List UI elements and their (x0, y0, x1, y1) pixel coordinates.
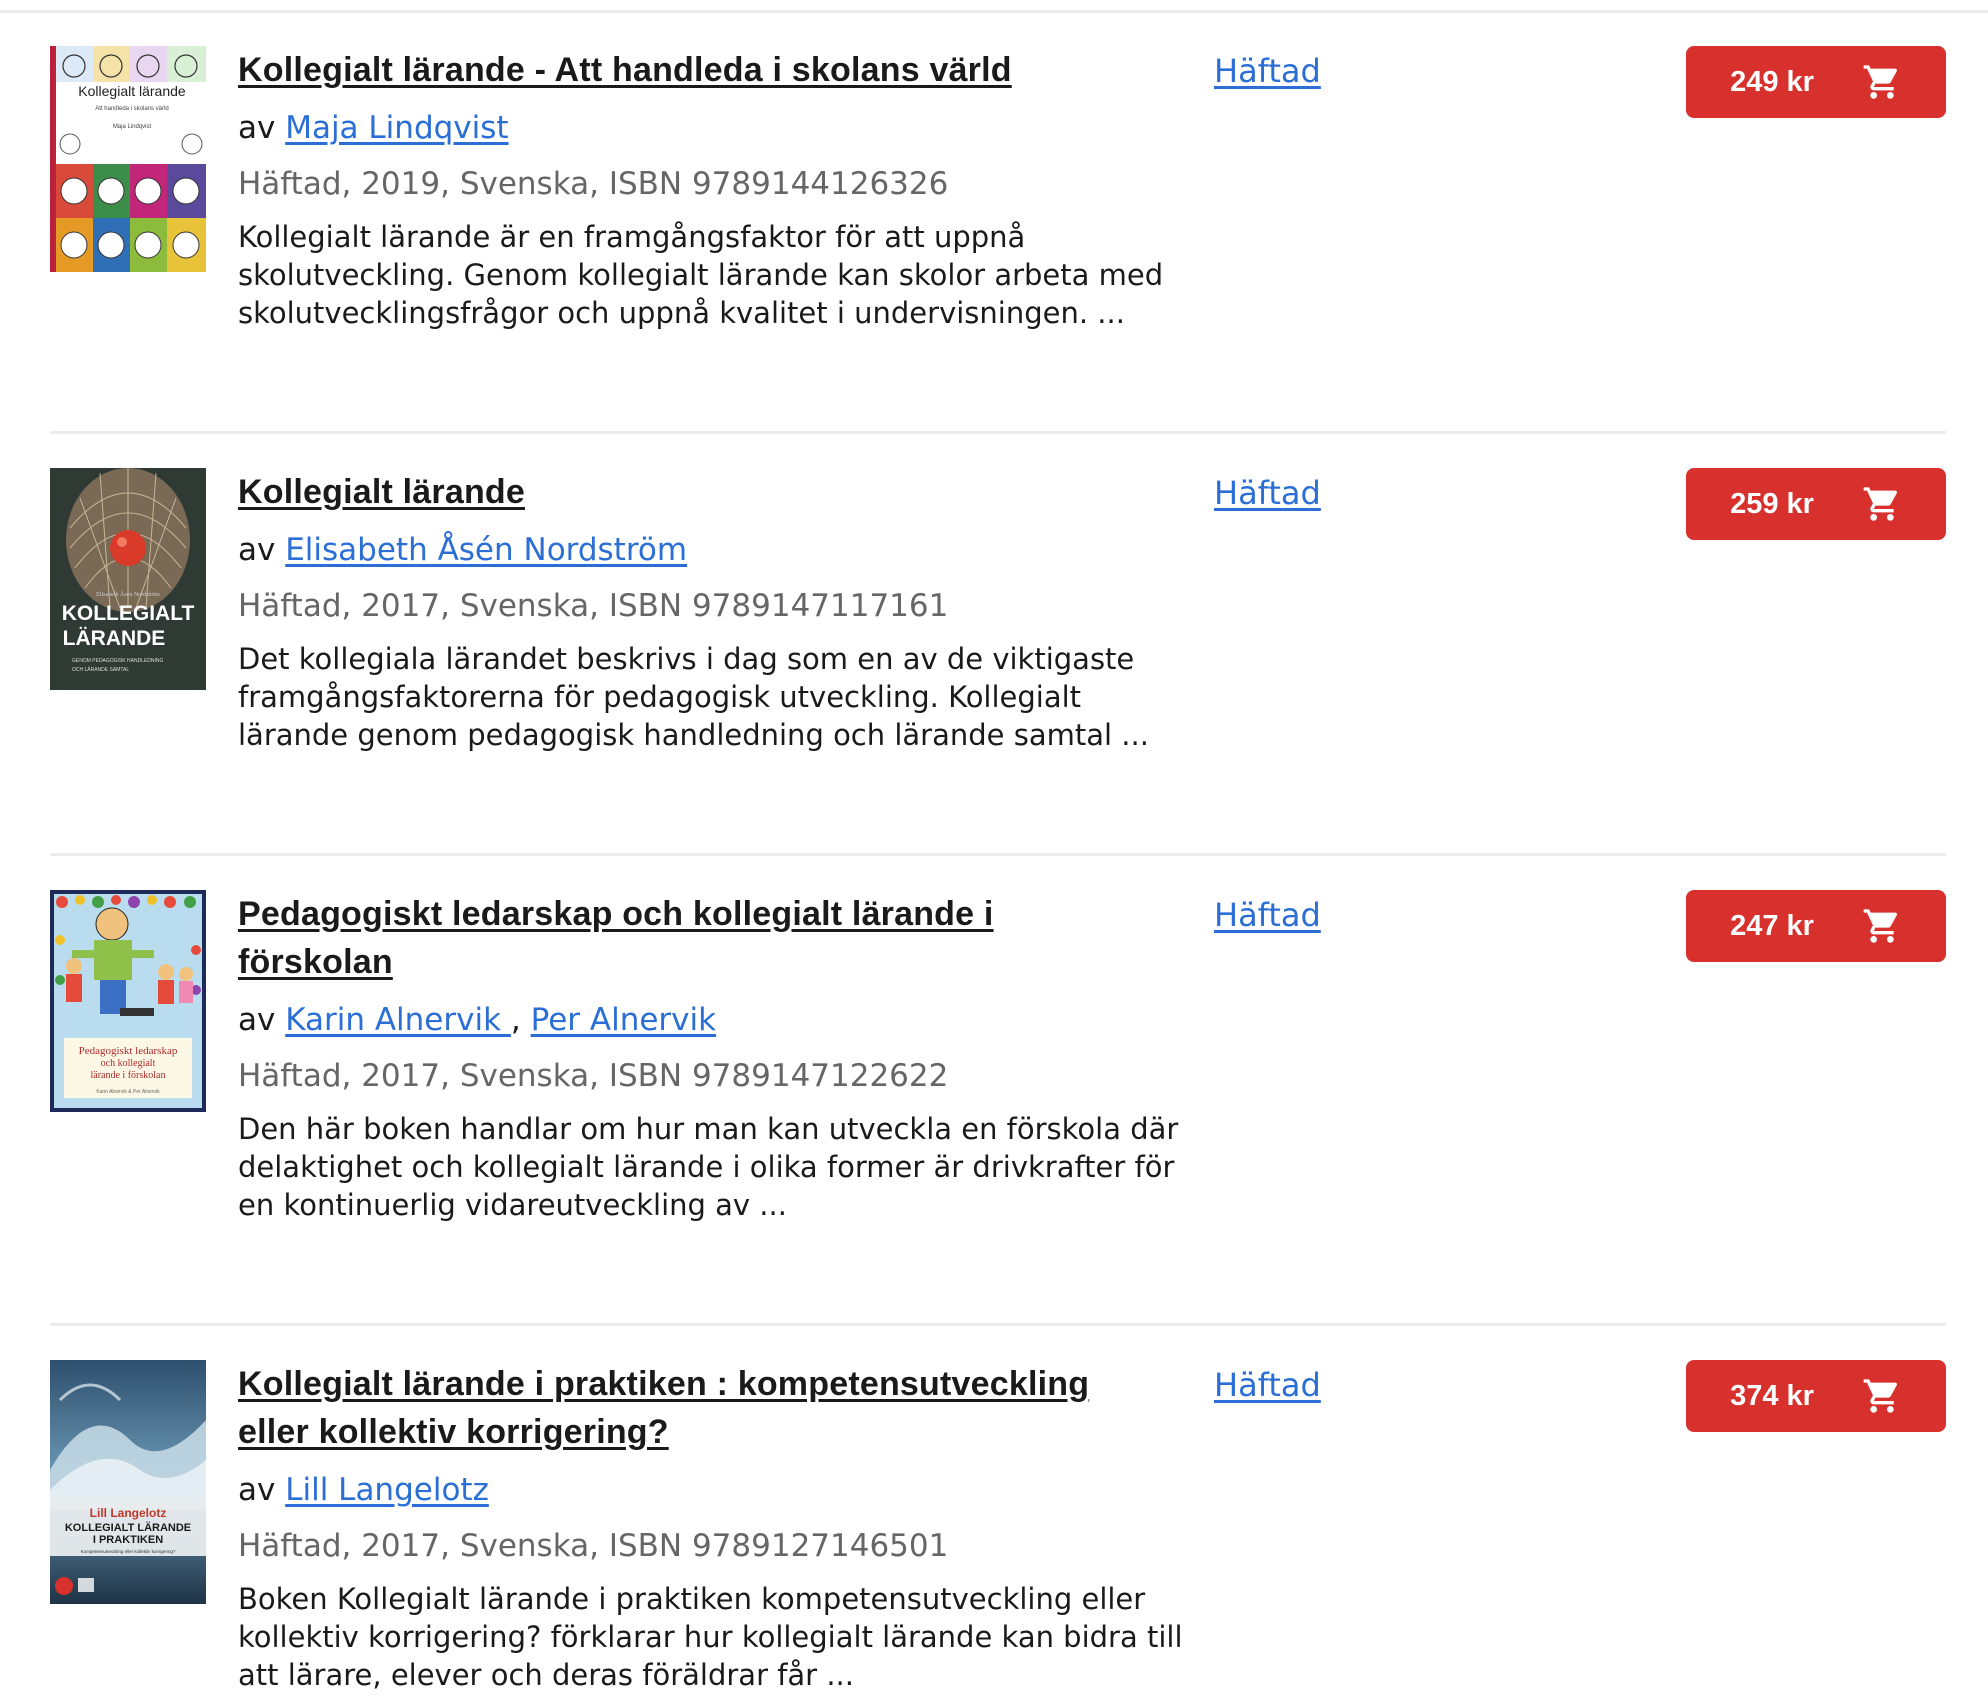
cover-title-line2: I PRAKTIKEN (93, 1534, 163, 1546)
author-line: av Lill Langelotz (238, 1468, 1198, 1512)
by-label: av (238, 1472, 276, 1508)
cover-subtitle: Att handleda i skolans värld (95, 106, 168, 112)
product-info: Kollegialt lärande - Att handleda i skol… (238, 46, 1198, 332)
cover-subtitle-line2: OCH LÄRANDE SAMTAL (72, 666, 129, 673)
product-meta: Häftad, 2017, Svenska, ISBN 978914712262… (238, 1058, 949, 1094)
add-to-cart-button[interactable]: 249 kr (1686, 46, 1946, 118)
format-link[interactable]: Häftad (1214, 474, 1321, 512)
price-label: 249 kr (1730, 65, 1814, 98)
product-meta: Häftad, 2017, Svenska, ISBN 978912714650… (238, 1528, 949, 1564)
cover-line3: lärande i förskolan (91, 1070, 166, 1081)
format-link[interactable]: Häftad (1214, 52, 1321, 90)
product-info: Pedagogiskt ledarskap och kollegialt lär… (238, 890, 1198, 1224)
cover-title-line1: KOLLEGIALT (62, 602, 195, 625)
cover-author: Lill Langelotz (90, 1506, 167, 1520)
shopping-cart-icon (1863, 1379, 1897, 1413)
format-link[interactable]: Häftad (1214, 1366, 1321, 1404)
product-info: Kollegialt lärande av Elisabeth Åsén Nor… (238, 468, 1198, 754)
shopping-cart-icon (1863, 909, 1897, 943)
book-cover[interactable]: Kollegialt lärande Att handleda i skolan… (50, 46, 206, 272)
product-description: Boken Kollegialt lärande i praktiken kom… (238, 1582, 1183, 1692)
author-line: av Elisabeth Åsén Nordström (238, 528, 1198, 572)
cover-line2: och kollegialt (101, 1058, 156, 1069)
product-description: Kollegialt lärande är en framgångsfaktor… (238, 220, 1164, 330)
product-card: Lill Langelotz KOLLEGIALT LÄRANDE I PRAK… (50, 1326, 1946, 1706)
author-link[interactable]: Lill Langelotz (285, 1472, 489, 1508)
add-to-cart-button[interactable]: 247 kr (1686, 890, 1946, 962)
shopping-cart-icon (1863, 65, 1897, 99)
add-to-cart-button[interactable]: 259 kr (1686, 468, 1946, 540)
add-to-cart-button[interactable]: 374 kr (1686, 1360, 1946, 1432)
cover-line1: Pedagogiskt ledarskap (79, 1045, 178, 1057)
product-card: Kollegialt lärande Att handleda i skolan… (50, 12, 1946, 434)
product-card: Pedagogiskt ledarskap och kollegialt lär… (50, 856, 1946, 1326)
product-meta: Häftad, 2019, Svenska, ISBN 978914412632… (238, 166, 949, 202)
author-link[interactable]: Karin Alnervik (285, 1002, 511, 1038)
author-separator: , (510, 1002, 521, 1038)
author-link[interactable]: Elisabeth Åsén Nordström (285, 532, 687, 568)
author-link[interactable]: Maja Lindqvist (285, 110, 508, 146)
author-link[interactable]: Per Alnervik (531, 1002, 716, 1038)
author-line: av Karin Alnervik , Per Alnervik (238, 998, 1198, 1042)
cover-subtitle: Kompetensutveckling eller kollektiv korr… (81, 1549, 176, 1554)
cover-title-line1: KOLLEGIALT LÄRANDE (65, 1521, 191, 1534)
product-description: Den här boken handlar om hur man kan utv… (238, 1112, 1179, 1222)
author-line: av Maja Lindqvist (238, 106, 1198, 150)
cover-title: Kollegialt lärande (78, 83, 186, 99)
by-label: av (238, 110, 276, 146)
cover-author: Karin Alnervik & Per Alnervik (96, 1089, 160, 1095)
book-cover[interactable]: Elisabeth Åsén Nordström KOLLEGIALT LÄRA… (50, 468, 206, 690)
product-title-link[interactable]: Pedagogiskt ledarskap och kollegialt lär… (238, 890, 1038, 986)
product-description: Det kollegiala lärandet beskrivs i dag s… (238, 642, 1149, 752)
product-title-link[interactable]: Kollegialt lärande - Att handleda i skol… (238, 46, 1198, 94)
by-label: av (238, 532, 276, 568)
cover-author: Maja Lindqvist (113, 124, 152, 130)
cover-author: Elisabeth Åsén Nordström (96, 590, 160, 598)
product-meta: Häftad, 2017, Svenska, ISBN 978914711716… (238, 588, 949, 624)
product-card: Elisabeth Åsén Nordström KOLLEGIALT LÄRA… (50, 434, 1946, 856)
cover-title-line2: LÄRANDE (63, 627, 166, 650)
shopping-cart-icon (1863, 487, 1897, 521)
by-label: av (238, 1002, 276, 1038)
price-label: 374 kr (1730, 1379, 1814, 1412)
cover-subtitle-line1: GENOM PEDAGOGISK HANDLEDNING (72, 658, 164, 664)
product-info: Kollegialt lärande i praktiken : kompete… (238, 1360, 1198, 1694)
book-cover[interactable]: Pedagogiskt ledarskap och kollegialt lär… (50, 890, 206, 1112)
product-title-link[interactable]: Kollegialt lärande i praktiken : kompete… (238, 1360, 1138, 1456)
format-link[interactable]: Häftad (1214, 896, 1321, 934)
book-cover[interactable]: Lill Langelotz KOLLEGIALT LÄRANDE I PRAK… (50, 1360, 206, 1604)
price-label: 247 kr (1730, 909, 1814, 942)
product-title-link[interactable]: Kollegialt lärande (238, 468, 1198, 516)
price-label: 259 kr (1730, 487, 1814, 520)
